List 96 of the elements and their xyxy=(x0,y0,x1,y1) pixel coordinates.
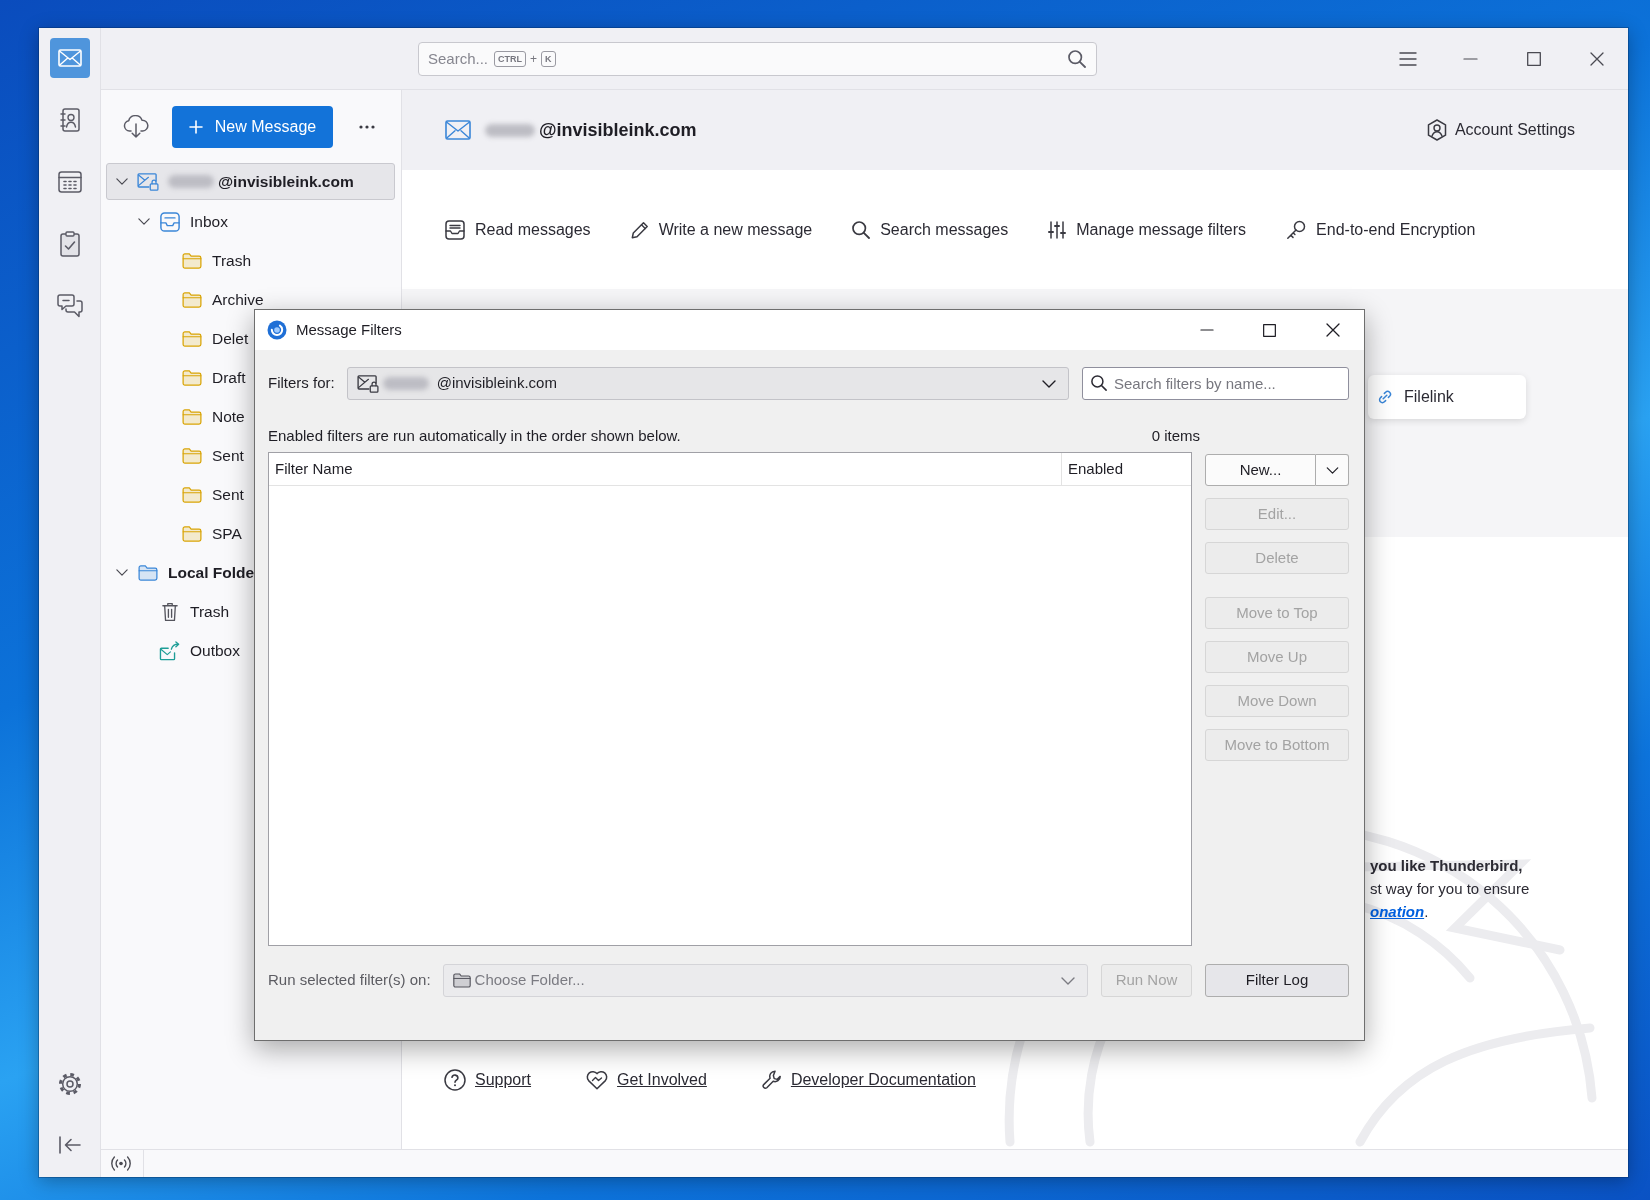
shortcut-key: K xyxy=(541,50,556,67)
new-message-button[interactable]: New Message xyxy=(172,105,333,148)
folder-tree-item[interactable]: Sent xyxy=(106,436,244,475)
action-link[interactable]: Manage message filters xyxy=(1048,217,1247,242)
account-email: @invisibleink.com xyxy=(539,118,697,142)
help-icon xyxy=(444,1069,466,1091)
collapse-icon[interactable] xyxy=(58,1136,81,1154)
item-count: 0 items xyxy=(1151,426,1200,447)
account-select[interactable]: @invisibleink.com xyxy=(346,367,1069,400)
broadcast-icon[interactable] xyxy=(110,1156,132,1171)
app-logo-icon xyxy=(267,320,287,340)
folder-icon xyxy=(182,486,202,503)
sliders-icon xyxy=(1048,220,1067,239)
folder-icon xyxy=(182,252,202,269)
folder-tree-item[interactable]: Draft xyxy=(106,358,246,397)
folder-icon xyxy=(452,973,471,988)
key-icon xyxy=(1286,219,1307,240)
account-settings-link[interactable]: Account Settings xyxy=(1426,118,1575,142)
chevron-down-icon[interactable] xyxy=(116,569,128,576)
folder-tree-item[interactable]: Note xyxy=(106,397,245,436)
folder-icon xyxy=(182,369,202,386)
shortcut-plus-sign: + xyxy=(530,50,537,68)
action-link[interactable]: End-to-end Encryption xyxy=(1286,217,1476,242)
action-link[interactable]: Search messages xyxy=(852,217,1009,242)
filters-for-label: Filters for: xyxy=(268,373,335,394)
footer-link[interactable]: Support xyxy=(444,1068,532,1092)
folder-icon xyxy=(182,408,202,425)
chevron-down-icon xyxy=(1061,976,1075,985)
search-icon xyxy=(1091,375,1107,391)
link-icon xyxy=(1378,390,1392,404)
maximize-icon[interactable] xyxy=(1263,323,1276,337)
space-button[interactable] xyxy=(49,38,90,78)
cloud-download-icon[interactable] xyxy=(123,114,149,139)
folder-icon xyxy=(182,525,202,542)
donation-text: st way for you to ensure onation. xyxy=(1370,879,1530,922)
chevron-down-icon xyxy=(1325,466,1339,474)
account-icon xyxy=(1426,119,1447,141)
clipboard-check-icon xyxy=(59,231,80,257)
info-text: Enabled filters are run automatically in the order shown below. xyxy=(268,426,681,447)
wrench-icon xyxy=(761,1070,782,1090)
chevron-down-icon[interactable] xyxy=(138,218,150,225)
envelope-lock-icon xyxy=(356,374,379,393)
folder-tree-item[interactable]: Outbox xyxy=(106,631,240,670)
heart-icon xyxy=(586,1070,609,1090)
more-icon[interactable] xyxy=(359,124,375,129)
search-icon xyxy=(852,220,871,239)
footer-link[interactable]: Get Involved xyxy=(586,1068,707,1092)
shortcut-key: CTRL xyxy=(494,50,526,67)
footer-link[interactable]: Developer Documentation xyxy=(761,1068,976,1092)
inbox-icon xyxy=(445,219,465,240)
folder-tree-item[interactable]: SPA xyxy=(106,514,242,553)
dropdown-button[interactable] xyxy=(1316,454,1349,486)
column-header[interactable]: Enabled xyxy=(1061,453,1191,485)
donation-link[interactable]: onation xyxy=(1370,903,1425,920)
envelope-lock-icon xyxy=(137,172,159,191)
menu-icon[interactable] xyxy=(1398,51,1417,66)
folder-tree-item[interactable]: Sent xyxy=(106,475,244,514)
filter-list[interactable]: Filter Name Enabled xyxy=(268,452,1192,946)
folder-icon xyxy=(182,291,202,308)
envelope-icon xyxy=(57,49,82,67)
address-book-icon xyxy=(59,108,80,132)
setup-card[interactable]: Filelink xyxy=(1368,375,1526,419)
chevron-down-icon xyxy=(1042,379,1056,388)
folder-icon xyxy=(182,447,202,464)
folder-tree-item[interactable]: @invisibleink.com xyxy=(106,163,395,200)
folder-tree-item[interactable]: Delet xyxy=(106,319,249,358)
envelope-icon xyxy=(445,120,471,140)
envelope-arrow-icon xyxy=(159,640,181,661)
folder-tree-item[interactable]: Archive xyxy=(106,280,264,319)
folder-icon xyxy=(138,564,158,581)
filter-search-field[interactable]: Search filters by name... xyxy=(1082,367,1349,400)
column-header[interactable]: Filter Name xyxy=(269,453,1061,485)
plus-icon xyxy=(188,119,203,134)
dialog-title: Message Filters xyxy=(296,319,402,340)
calendar-icon xyxy=(57,171,82,193)
action-link[interactable]: Write a new message xyxy=(630,217,813,242)
folder-tree-item[interactable]: Inbox xyxy=(106,202,228,241)
folder-icon xyxy=(182,330,202,347)
pencil-icon xyxy=(630,220,649,239)
settings-icon[interactable] xyxy=(57,1072,82,1096)
action-link[interactable]: Read messages xyxy=(445,217,591,242)
search-icon xyxy=(1068,49,1086,68)
folder-tree-item[interactable]: Local Folde xyxy=(106,553,255,592)
close-icon[interactable] xyxy=(1325,323,1340,337)
run-filters-label: Run selected filter(s) on: xyxy=(268,970,431,991)
trash-can-icon xyxy=(162,601,178,622)
maximize-icon[interactable] xyxy=(1526,51,1541,66)
chat-bubbles-icon xyxy=(56,294,83,318)
close-icon[interactable] xyxy=(1589,51,1604,66)
folder-tree-item[interactable]: Trash xyxy=(106,241,252,280)
donation-heading: you like Thunderbird, xyxy=(1370,856,1523,876)
folder-tree-item[interactable]: Trash xyxy=(106,592,230,631)
new-filter-button[interactable]: New... xyxy=(1205,454,1316,486)
inbox-tray-icon xyxy=(160,211,180,232)
chevron-down-icon[interactable] xyxy=(116,178,128,185)
minimize-icon[interactable] xyxy=(1199,329,1214,331)
